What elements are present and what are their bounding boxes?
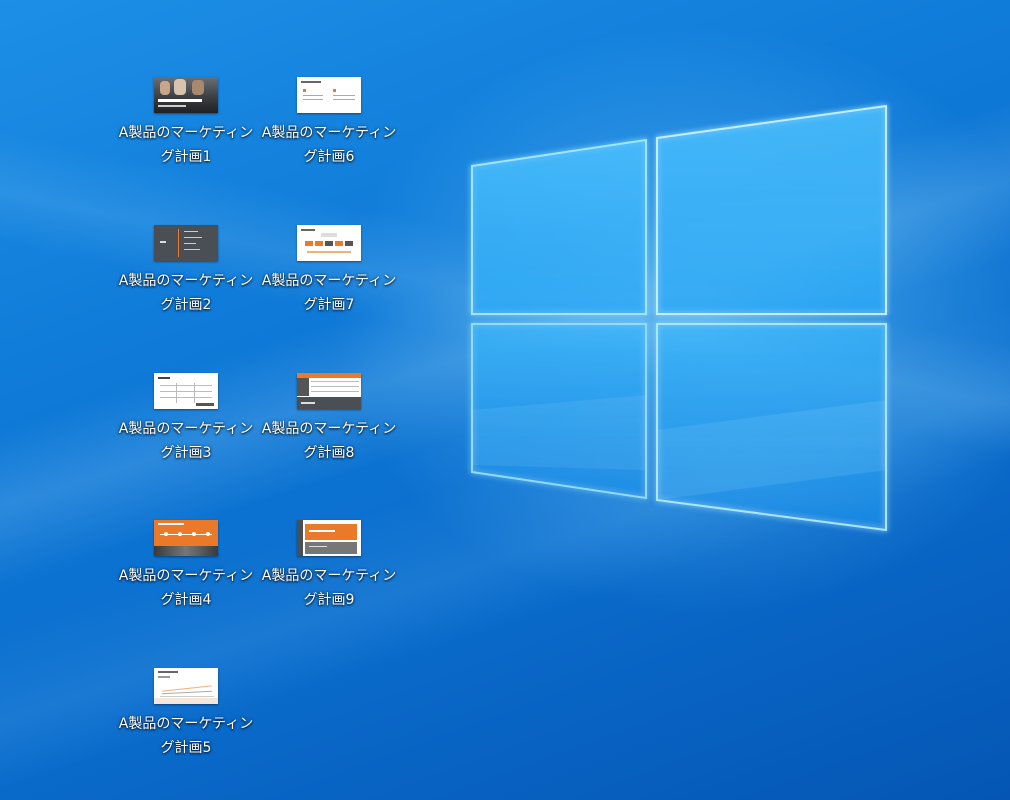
file-label: A製品のマーケティン グ計画6: [261, 125, 397, 165]
file-label: A製品のマーケティン グ計画5: [118, 716, 254, 756]
file-thumbnail: [297, 225, 361, 261]
desktop-icon-file-9[interactable]: A製品のマーケティン グ計画9: [257, 520, 401, 630]
file-thumbnail: [297, 373, 361, 409]
desktop[interactable]: A製品のマーケティン グ計画1 A製品のマーケティン グ計画6 A製品のマーケテ…: [0, 0, 1010, 800]
file-thumbnail: [154, 225, 218, 261]
file-thumbnail: [297, 520, 361, 556]
desktop-icon-file-5[interactable]: A製品のマーケティン グ計画5: [114, 668, 258, 778]
desktop-icon-file-1[interactable]: A製品のマーケティン グ計画1: [114, 77, 258, 187]
file-thumbnail: [154, 520, 218, 556]
file-label: A製品のマーケティン グ計画4: [118, 568, 254, 608]
desktop-icon-file-2[interactable]: A製品のマーケティン グ計画2: [114, 225, 258, 335]
desktop-icon-file-7[interactable]: A製品のマーケティン グ計画7: [257, 225, 401, 335]
file-thumbnail: [154, 77, 218, 113]
file-label: A製品のマーケティン グ計画2: [118, 273, 254, 313]
file-label: A製品のマーケティン グ計画8: [261, 421, 397, 461]
file-thumbnail: [297, 77, 361, 113]
file-label: A製品のマーケティン グ計画9: [261, 568, 397, 608]
file-thumbnail: [154, 373, 218, 409]
file-label: A製品のマーケティン グ計画7: [261, 273, 397, 313]
desktop-icon-file-3[interactable]: A製品のマーケティン グ計画3: [114, 373, 258, 483]
logo-pane: [471, 138, 647, 315]
file-label: A製品のマーケティン グ計画3: [118, 421, 254, 461]
desktop-icon-file-4[interactable]: A製品のマーケティン グ計画4: [114, 520, 258, 630]
file-thumbnail: [154, 668, 218, 704]
desktop-icon-file-6[interactable]: A製品のマーケティン グ計画6: [257, 77, 401, 187]
logo-pane: [656, 104, 887, 315]
file-label: A製品のマーケティン グ計画1: [118, 125, 254, 165]
desktop-icon-file-8[interactable]: A製品のマーケティン グ計画8: [257, 373, 401, 483]
